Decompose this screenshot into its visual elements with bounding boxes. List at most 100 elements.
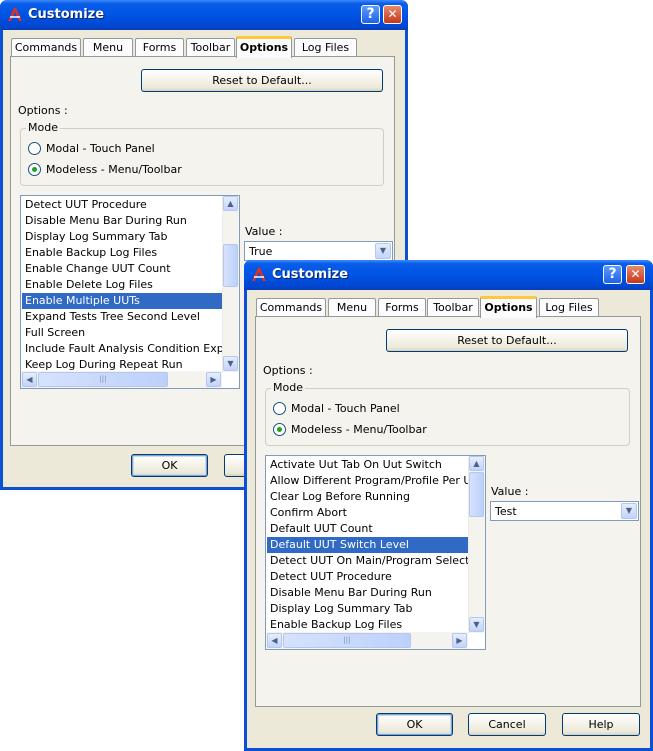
vertical-scrollbar[interactable]: ▲ ▼ bbox=[468, 456, 485, 633]
list-item[interactable]: Disable Menu Bar During Run bbox=[22, 213, 222, 229]
scroll-left-icon[interactable]: ◀ bbox=[267, 633, 282, 648]
modal-radio[interactable] bbox=[273, 402, 286, 415]
list-item[interactable]: Detect UUT Procedure bbox=[267, 569, 468, 585]
window-title: Customize bbox=[28, 7, 105, 22]
app-logo-icon bbox=[252, 268, 266, 281]
options-listbox[interactable]: Activate Uut Tab On Uut Switch Allow Dif… bbox=[265, 455, 486, 650]
list-item[interactable]: Allow Different Program/Profile Per UUT bbox=[267, 473, 485, 489]
window-title: Customize bbox=[272, 267, 349, 282]
ok-button-label: OK bbox=[406, 718, 423, 731]
options-listbox[interactable]: Detect UUT Procedure Disable Menu Bar Du… bbox=[20, 195, 240, 389]
value-label: Value : bbox=[491, 485, 529, 498]
list-item[interactable]: Enable Backup Log Files bbox=[267, 617, 468, 633]
help-title-button[interactable]: ? bbox=[361, 5, 380, 24]
scroll-right-icon[interactable]: ▶ bbox=[452, 633, 467, 648]
scroll-thumb[interactable] bbox=[469, 472, 484, 517]
list-item[interactable]: Display Log Summary Tab bbox=[22, 229, 222, 245]
list-item[interactable]: Full Screen bbox=[22, 325, 222, 341]
mode-group: Mode Modal - Touch Panel Modeless - Menu… bbox=[265, 381, 630, 446]
cancel-button[interactable]: Cancel bbox=[468, 713, 546, 736]
list-item-selected[interactable]: Default UUT Switch Level bbox=[267, 537, 468, 553]
list-item[interactable]: Enable Delete Log Files bbox=[22, 277, 222, 293]
close-title-button[interactable]: ✕ bbox=[383, 5, 402, 24]
tab-commands[interactable]: Commands bbox=[256, 298, 326, 317]
modeless-radio-label[interactable]: Modeless - Menu/Toolbar bbox=[46, 163, 182, 176]
options-label: Options : bbox=[18, 104, 68, 117]
options-panel: Reset to Default... Options : Mode Modal… bbox=[255, 316, 641, 707]
tab-toolbar[interactable]: Toolbar bbox=[427, 298, 479, 317]
value-combobox[interactable]: True ▼ bbox=[244, 241, 393, 261]
scroll-up-icon[interactable]: ▲ bbox=[469, 456, 484, 471]
help-button-label: Help bbox=[588, 718, 614, 731]
tab-options[interactable]: Options bbox=[480, 296, 537, 318]
reset-to-default-button[interactable]: Reset to Default... bbox=[386, 329, 628, 352]
horizontal-scrollbar[interactable]: ◀ ||| ▶ bbox=[21, 371, 222, 388]
value-combo-text: True bbox=[249, 245, 273, 258]
list-item[interactable]: Default UUT Count bbox=[267, 521, 468, 537]
horizontal-scrollbar[interactable]: ◀ ||| ▶ bbox=[266, 632, 468, 649]
list-item[interactable]: Enable Change UUT Count bbox=[22, 261, 222, 277]
modeless-radio[interactable] bbox=[273, 423, 286, 436]
mode-group-title: Mode bbox=[271, 381, 305, 394]
list-item[interactable]: Clear Log Before Running bbox=[267, 489, 468, 505]
list-item[interactable]: Detect UUT Procedure bbox=[22, 197, 222, 213]
modeless-radio[interactable] bbox=[28, 163, 41, 176]
thumb-grip-icon: ||| bbox=[99, 375, 107, 383]
scroll-down-icon[interactable]: ▼ bbox=[469, 617, 484, 632]
tab-forms[interactable]: Forms bbox=[378, 298, 426, 317]
close-title-button[interactable]: ✕ bbox=[626, 265, 645, 284]
chevron-down-icon[interactable]: ▼ bbox=[621, 503, 637, 519]
tab-menu[interactable]: Menu bbox=[83, 38, 133, 57]
modal-radio-label[interactable]: Modal - Touch Panel bbox=[291, 402, 400, 415]
ok-button[interactable]: OK bbox=[131, 454, 208, 477]
list-item[interactable]: Display Log Summary Tab bbox=[267, 601, 468, 617]
mode-group-title: Mode bbox=[26, 121, 60, 134]
tab-options[interactable]: Options bbox=[236, 36, 292, 58]
list-item-selected[interactable]: Enable Multiple UUTs bbox=[22, 293, 222, 309]
cancel-button-label: Cancel bbox=[488, 718, 526, 731]
ok-button-label: OK bbox=[161, 459, 178, 472]
list-item[interactable]: Detect UUT On Main/Program Selection Fo bbox=[267, 553, 485, 569]
value-combo-text: Test bbox=[495, 505, 517, 518]
chevron-down-icon[interactable]: ▼ bbox=[375, 243, 391, 259]
app-logo-icon bbox=[8, 8, 22, 21]
tab-commands[interactable]: Commands bbox=[11, 38, 81, 57]
modal-radio-label[interactable]: Modal - Touch Panel bbox=[46, 142, 155, 155]
tab-toolbar[interactable]: Toolbar bbox=[186, 38, 235, 57]
list-item[interactable]: Enable Backup Log Files bbox=[22, 245, 222, 261]
reset-to-default-button[interactable]: Reset to Default... bbox=[141, 69, 383, 92]
modeless-radio-label[interactable]: Modeless - Menu/Toolbar bbox=[291, 423, 427, 436]
list-item[interactable]: Include Fault Analysis Condition Express… bbox=[22, 341, 239, 357]
scroll-thumb[interactable] bbox=[223, 244, 238, 287]
ok-button[interactable]: OK bbox=[376, 713, 453, 736]
tab-log-files[interactable]: Log Files bbox=[294, 38, 357, 57]
hscroll-thumb[interactable]: ||| bbox=[283, 633, 411, 648]
tab-log-files[interactable]: Log Files bbox=[539, 298, 599, 317]
value-combobox[interactable]: Test ▼ bbox=[490, 501, 639, 521]
title-bar[interactable]: Customize ? ✕ bbox=[244, 260, 653, 290]
list-item[interactable]: Disable Menu Bar During Run bbox=[267, 585, 468, 601]
scroll-up-icon[interactable]: ▲ bbox=[223, 196, 238, 211]
mode-group: Mode Modal - Touch Panel Modeless - Menu… bbox=[20, 121, 384, 186]
tab-menu[interactable]: Menu bbox=[328, 298, 376, 317]
scroll-right-icon[interactable]: ▶ bbox=[206, 372, 221, 387]
list-item[interactable]: Expand Tests Tree Second Level bbox=[22, 309, 222, 325]
reset-button-label: Reset to Default... bbox=[457, 334, 557, 347]
scroll-left-icon[interactable]: ◀ bbox=[22, 372, 37, 387]
hscroll-thumb[interactable]: ||| bbox=[38, 372, 168, 387]
list-item[interactable]: Activate Uut Tab On Uut Switch bbox=[267, 457, 468, 473]
dialog-client: Commands Menu Forms Toolbar Options Log … bbox=[247, 290, 650, 748]
title-bar[interactable]: Customize ? ✕ bbox=[0, 0, 408, 30]
list-item[interactable]: Confirm Abort bbox=[267, 505, 468, 521]
modal-radio[interactable] bbox=[28, 142, 41, 155]
help-title-button[interactable]: ? bbox=[603, 265, 622, 284]
help-button[interactable]: Help bbox=[562, 713, 640, 736]
thumb-grip-icon: ||| bbox=[343, 636, 351, 644]
customize-window-front: Customize ? ✕ Commands Menu Forms Toolba… bbox=[244, 260, 653, 751]
tab-forms[interactable]: Forms bbox=[135, 38, 184, 57]
options-label: Options : bbox=[263, 364, 313, 377]
scroll-down-icon[interactable]: ▼ bbox=[223, 356, 238, 371]
value-label: Value : bbox=[245, 225, 283, 238]
vertical-scrollbar[interactable]: ▲ ▼ bbox=[222, 196, 239, 372]
reset-button-label: Reset to Default... bbox=[212, 74, 312, 87]
